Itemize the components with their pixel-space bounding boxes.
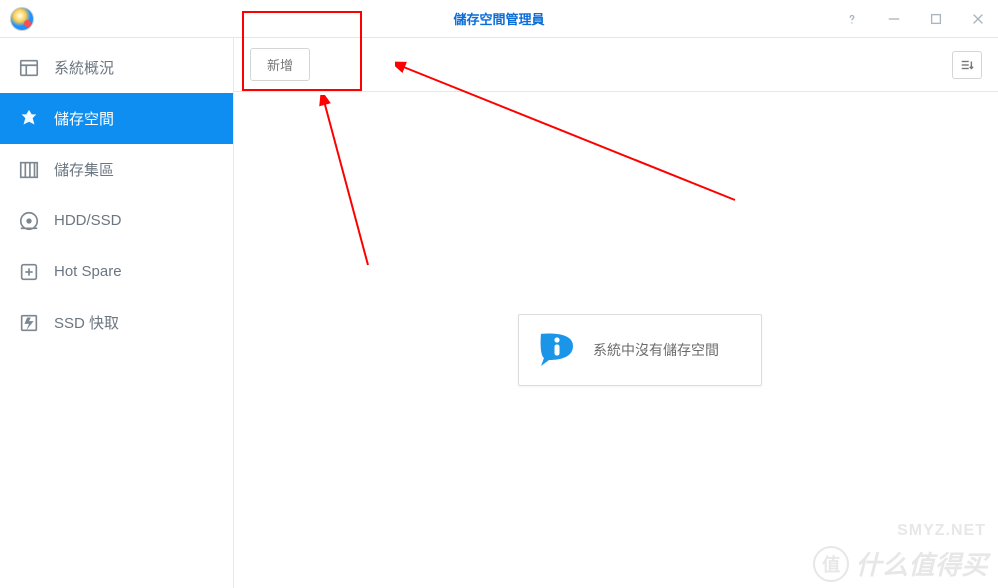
watermark: 值 什么值得买: [813, 545, 988, 582]
hot-spare-icon: [18, 261, 40, 283]
sidebar-item-overview[interactable]: 系統概況: [0, 42, 233, 93]
volume-icon: [18, 108, 40, 130]
sidebar-item-ssd-cache[interactable]: SSD 快取: [0, 297, 233, 348]
empty-state-card: 系統中沒有儲存空間: [518, 314, 762, 386]
info-icon: [537, 330, 577, 370]
overview-icon: [18, 57, 40, 79]
window-controls: [844, 11, 998, 27]
main-content: 新增 系統中沒有儲存空間: [234, 38, 998, 588]
sidebar-item-label: Hot Spare: [54, 263, 122, 280]
sidebar-item-storage-pool[interactable]: 儲存集區: [0, 144, 233, 195]
sidebar-item-hot-spare[interactable]: Hot Spare: [0, 246, 233, 297]
sort-button[interactable]: [952, 51, 982, 79]
ssd-cache-icon: [18, 312, 40, 334]
watermark-site: SMYZ.NET: [897, 522, 986, 540]
sidebar-item-label: 儲存集區: [54, 159, 114, 180]
sidebar-item-label: SSD 快取: [54, 312, 119, 333]
close-icon[interactable]: [970, 11, 986, 27]
empty-state-text: 系統中沒有儲存空間: [593, 340, 719, 360]
sidebar-item-label: HDD/SSD: [54, 212, 122, 229]
maximize-icon[interactable]: [928, 11, 944, 27]
sidebar: 系統概況 儲存空間 儲存集區 HDD/SSD Hot Spare: [0, 38, 234, 588]
disk-icon: [18, 210, 40, 232]
toolbar: 新增: [234, 38, 998, 92]
help-icon[interactable]: [844, 11, 860, 27]
sidebar-item-volume[interactable]: 儲存空間: [0, 93, 233, 144]
window-title: 儲存空間管理員: [453, 9, 544, 28]
sidebar-item-label: 系統概況: [54, 57, 114, 78]
minimize-icon[interactable]: [886, 11, 902, 27]
sidebar-item-label: 儲存空間: [54, 108, 114, 129]
watermark-badge: 值: [813, 546, 849, 582]
watermark-text: 什么值得买: [855, 545, 988, 582]
titlebar: 儲存空間管理員: [0, 0, 998, 38]
app-icon: [10, 7, 34, 31]
new-button[interactable]: 新增: [250, 48, 310, 81]
sidebar-item-hdd-ssd[interactable]: HDD/SSD: [0, 195, 233, 246]
storage-pool-icon: [18, 159, 40, 181]
